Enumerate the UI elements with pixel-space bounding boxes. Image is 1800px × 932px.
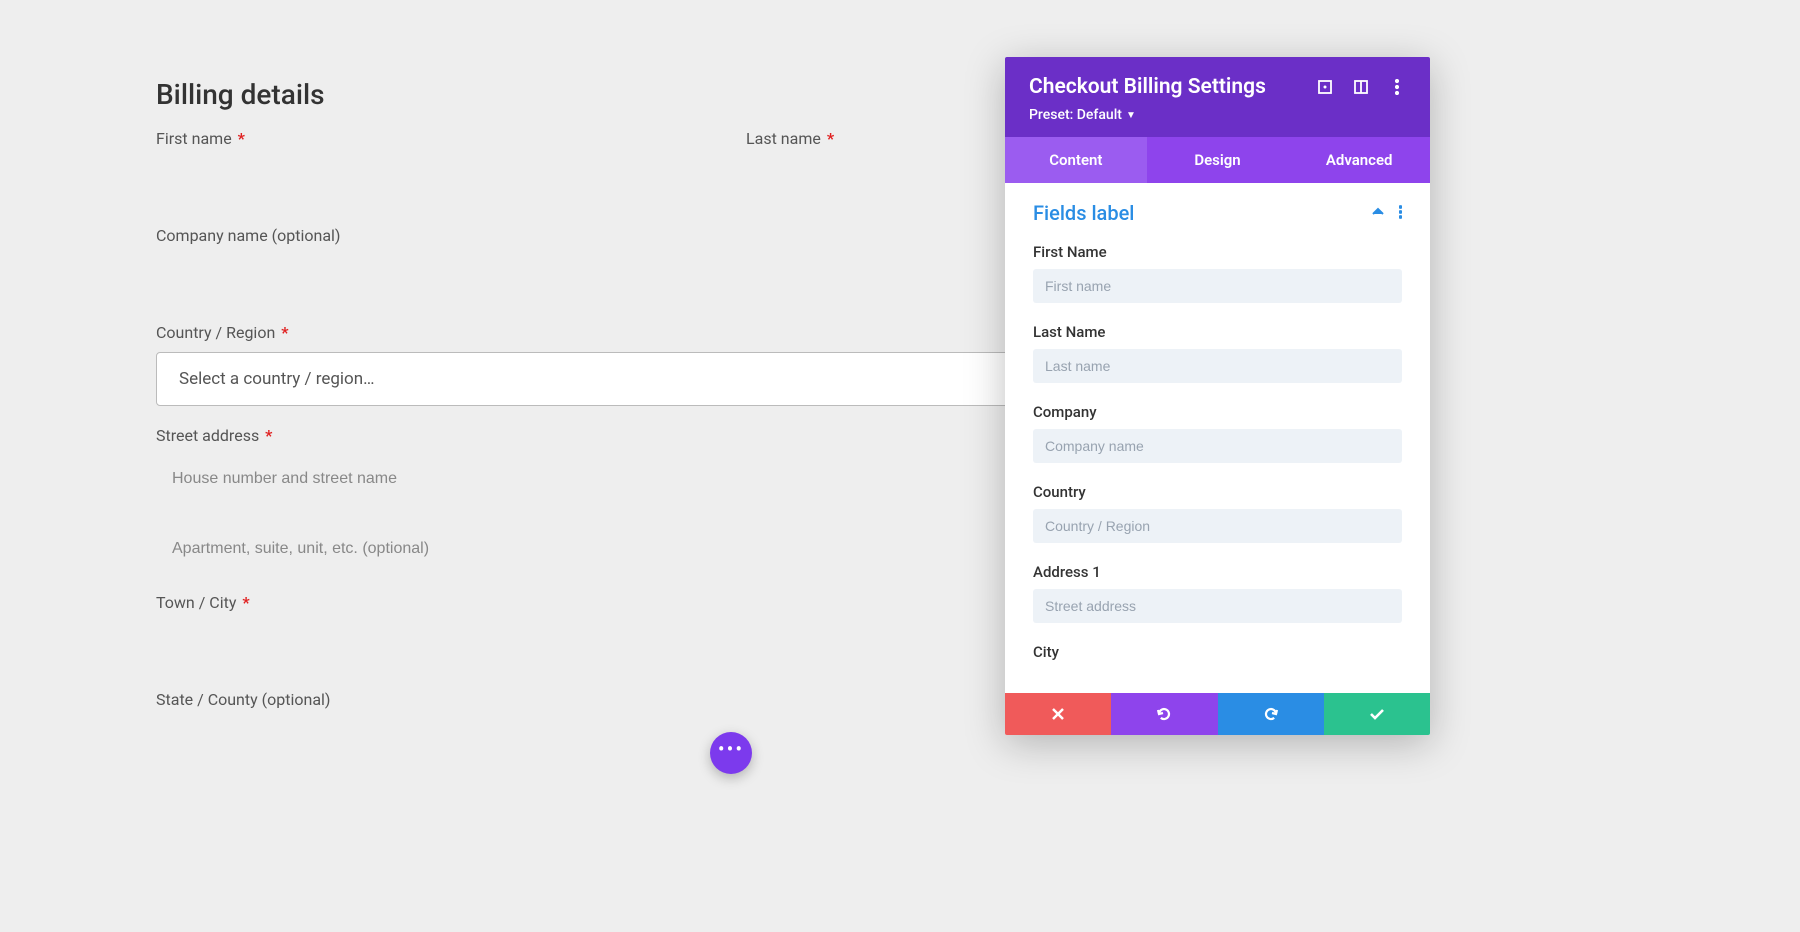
setting-country-label: Country xyxy=(1033,483,1402,501)
setting-first-name-input[interactable] xyxy=(1033,269,1402,303)
preset-selector[interactable]: Preset: Default ▼ xyxy=(1029,107,1136,123)
required-marker: * xyxy=(242,593,249,612)
panel-body[interactable]: Fields label First Name Last Name Compan… xyxy=(1005,183,1430,693)
panel-title: Checkout Billing Settings xyxy=(1029,75,1266,99)
required-marker: * xyxy=(238,129,245,148)
setting-first-name-label: First Name xyxy=(1033,243,1402,261)
collapse-icon[interactable] xyxy=(1371,204,1385,223)
required-marker: * xyxy=(827,129,834,148)
ellipsis-icon: ••• xyxy=(718,739,744,759)
panel-tabs: Content Design Advanced xyxy=(1005,137,1430,183)
page-settings-fab[interactable]: ••• xyxy=(710,732,752,774)
expand-icon[interactable] xyxy=(1316,78,1334,96)
section-title: Fields label xyxy=(1033,201,1134,225)
redo-button[interactable] xyxy=(1218,693,1324,735)
first-name-field: First name * xyxy=(156,129,706,206)
setting-last-name-input[interactable] xyxy=(1033,349,1402,383)
tab-content[interactable]: Content xyxy=(1005,137,1147,183)
setting-country-input[interactable] xyxy=(1033,509,1402,543)
undo-button[interactable] xyxy=(1111,693,1217,735)
setting-address1: Address 1 xyxy=(1033,563,1402,623)
setting-company-input[interactable] xyxy=(1033,429,1402,463)
undo-icon xyxy=(1155,705,1173,723)
setting-city: City xyxy=(1033,643,1402,661)
section-header: Fields label xyxy=(1033,201,1402,225)
check-icon xyxy=(1368,705,1386,723)
panel-footer xyxy=(1005,693,1430,735)
redo-icon xyxy=(1262,705,1280,723)
caret-down-icon: ▼ xyxy=(1126,110,1136,121)
required-marker: * xyxy=(281,323,288,342)
setting-first-name: First Name xyxy=(1033,243,1402,303)
first-name-label: First name * xyxy=(156,129,706,148)
setting-country: Country xyxy=(1033,483,1402,543)
required-marker: * xyxy=(265,426,272,445)
setting-company: Company xyxy=(1033,403,1402,463)
panel-header-actions xyxy=(1316,78,1406,96)
setting-last-name-label: Last Name xyxy=(1033,323,1402,341)
setting-company-label: Company xyxy=(1033,403,1402,421)
section-more-icon[interactable] xyxy=(1399,204,1402,223)
columns-icon[interactable] xyxy=(1352,78,1370,96)
setting-address1-label: Address 1 xyxy=(1033,563,1402,581)
first-name-input[interactable] xyxy=(156,158,706,206)
setting-last-name: Last Name xyxy=(1033,323,1402,383)
more-icon[interactable] xyxy=(1388,78,1406,96)
tab-design[interactable]: Design xyxy=(1147,137,1289,183)
close-icon xyxy=(1051,707,1065,721)
panel-header: Checkout Billing Settings Preset: Defaul… xyxy=(1005,57,1430,137)
setting-address1-input[interactable] xyxy=(1033,589,1402,623)
save-button[interactable] xyxy=(1324,693,1430,735)
close-button[interactable] xyxy=(1005,693,1111,735)
setting-city-label: City xyxy=(1033,643,1402,661)
tab-advanced[interactable]: Advanced xyxy=(1288,137,1430,183)
settings-panel: Checkout Billing Settings Preset: Defaul… xyxy=(1005,57,1430,735)
